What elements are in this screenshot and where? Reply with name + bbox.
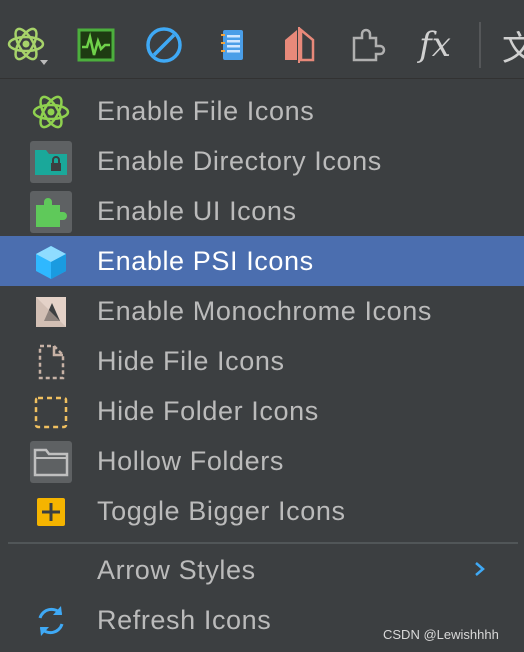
menu-item-label: Enable Monochrome Icons: [97, 296, 432, 326]
activity-monitor-icon: [77, 28, 115, 62]
locked-folder-icon: [30, 141, 72, 183]
dashed-file-icon: [30, 341, 72, 383]
plugin-button[interactable]: [342, 20, 392, 70]
menu-item-label: Refresh Icons: [97, 605, 272, 635]
cube-icon: [30, 241, 72, 283]
dashed-folder-icon: [30, 391, 72, 433]
activity-monitor-button[interactable]: [71, 20, 121, 70]
disable-icon: [146, 27, 182, 63]
menu-item-enable-ui-icons[interactable]: Enable UI Icons: [0, 186, 524, 236]
translate-button[interactable]: 文: [494, 20, 524, 70]
menu-item-label: Enable UI Icons: [97, 196, 297, 226]
menu-item-enable-monochrome-icons[interactable]: Enable Monochrome Icons: [0, 286, 524, 336]
function-icon: fx: [419, 25, 451, 65]
puzzle-icon: [30, 191, 72, 233]
notebook-button[interactable]: [207, 20, 257, 70]
menu-item-arrow-styles[interactable]: Arrow Styles: [0, 545, 524, 595]
toolbar: fx 文: [0, 0, 524, 79]
atom-dropdown-icon: [7, 27, 48, 65]
menu-item-label: Hide File Icons: [97, 346, 285, 376]
split-contrast-button[interactable]: [274, 20, 324, 70]
atom-icon: [30, 91, 72, 133]
menu-item-hollow-folders[interactable]: Hollow Folders: [0, 436, 524, 486]
menu-item-hide-folder-icons[interactable]: Hide Folder Icons: [0, 386, 524, 436]
menu-item-label: Enable PSI Icons: [97, 246, 314, 276]
toolbar-separator: [479, 22, 481, 68]
menu-item-label: Arrow Styles: [97, 555, 256, 585]
hollow-folder-icon: [30, 441, 72, 483]
refresh-icon: [30, 600, 72, 642]
menu-divider: [8, 542, 518, 544]
menu-item-label: Enable Directory Icons: [97, 146, 382, 176]
chevron-right-icon: [475, 562, 485, 576]
menu-item-enable-directory-icons[interactable]: Enable Directory Icons: [0, 136, 524, 186]
disable-button[interactable]: [139, 20, 189, 70]
function-button[interactable]: fx: [410, 20, 460, 70]
atom-dropdown-button[interactable]: [4, 20, 54, 70]
menu-item-toggle-bigger-icons[interactable]: Toggle Bigger Icons: [0, 486, 524, 536]
plugin-icon: [352, 28, 386, 62]
plus-square-icon: [30, 491, 72, 533]
menu-item-enable-file-icons[interactable]: Enable File Icons: [0, 86, 524, 136]
menu-item-enable-psi-icons[interactable]: Enable PSI Icons: [0, 236, 524, 286]
monochrome-icon: [30, 291, 72, 333]
dropdown-menu: Enable File Icons Enable Directory Icons…: [0, 86, 524, 652]
notebook-icon: [221, 30, 243, 60]
translate-icon: 文: [502, 28, 524, 69]
menu-item-label: Enable File Icons: [97, 96, 315, 126]
menu-item-label: Toggle Bigger Icons: [97, 496, 346, 526]
split-contrast-icon: [285, 27, 315, 63]
watermark: CSDN @Lewishhhh: [383, 627, 499, 642]
menu-item-label: Hollow Folders: [97, 446, 284, 476]
menu-item-label: Hide Folder Icons: [97, 396, 319, 426]
menu-item-hide-file-icons[interactable]: Hide File Icons: [0, 336, 524, 386]
